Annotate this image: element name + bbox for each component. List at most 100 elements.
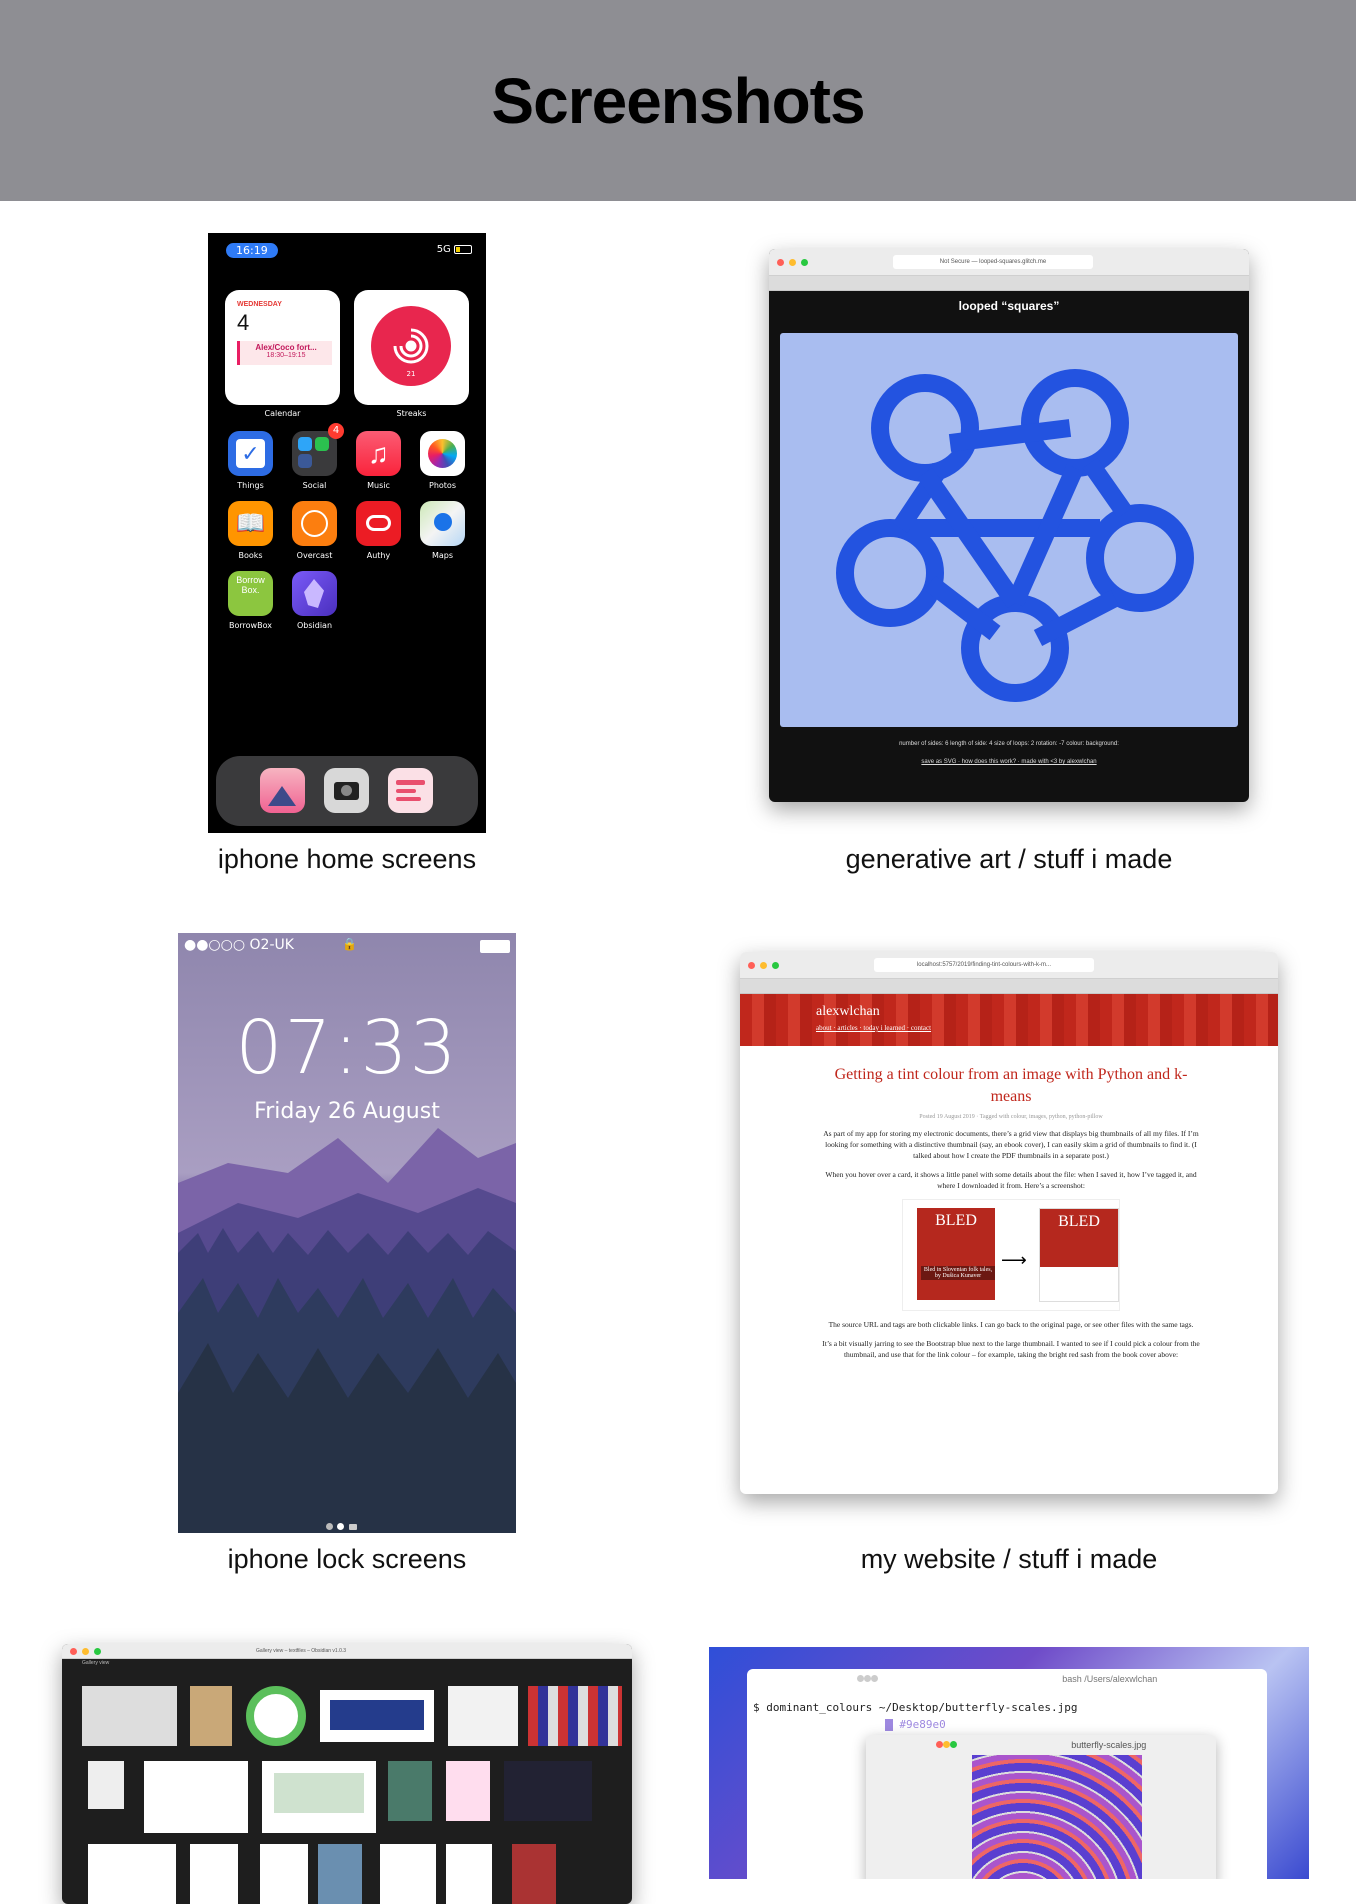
streaks-count: 21 (406, 370, 416, 378)
mountain-wallpaper (178, 1128, 516, 1533)
zoom-dot-icon (801, 258, 808, 266)
social-badge: 4 (328, 423, 344, 439)
close-dot-icon (935, 1741, 943, 1748)
calendar-widget: WEDNESDAY 4 Alex/Coco fort... 18:30–19:1… (225, 290, 340, 405)
page-title: Screenshots (491, 64, 865, 137)
zoom-dot-icon (94, 1647, 101, 1655)
minimize-dot-icon (789, 258, 796, 266)
app-label: Maps (431, 551, 454, 560)
card-obsidian-gallery[interactable]: Gallery view – textfiles – Obsidian v1.0… (0, 1601, 678, 1904)
dock-reminders-icon[interactable] (388, 768, 433, 813)
card-caption: my website / stuff i made (860, 1544, 1158, 1574)
app-label: Social (302, 481, 327, 490)
tab-bar (740, 979, 1278, 994)
card-iphone-home-screens[interactable]: 16:19 5G WEDNESDAY 4 Alex/Coco fort... 1… (0, 201, 678, 901)
app-obsidian[interactable] (292, 571, 337, 616)
preview-title: butterfly-scales.jpg (1071, 1740, 1147, 1750)
site-nav[interactable]: about · articles · today i learned · con… (816, 1024, 931, 1032)
window-titlebar: Gallery view – textfiles – Obsidian v1.0… (62, 1644, 632, 1659)
app-label: Authy (366, 551, 391, 560)
calendar-event: Alex/Coco fort... (255, 343, 317, 352)
article-paragraph: The source URL and tags are both clickab… (828, 1320, 1194, 1329)
looped-squares-art (836, 369, 1194, 702)
app-label: Books (238, 551, 263, 560)
page-header: Screenshots (0, 0, 1356, 201)
iphone-home-screenshot: 16:19 5G WEDNESDAY 4 Alex/Coco fort... 1… (208, 233, 486, 833)
article-paragraph: As part of my app for storing my electro… (823, 1129, 1199, 1160)
zoom-dot-icon (949, 1741, 957, 1748)
iphone-lock-screenshot: ●●○○○ O2-UK 🔒 07:33 Friday 26 August (178, 933, 516, 1533)
app-maps[interactable] (420, 501, 465, 546)
app-label: Obsidian (296, 621, 333, 630)
app-things[interactable]: ✓ (228, 431, 273, 476)
app-label: Music (367, 481, 390, 490)
card-caption: iphone lock screens (227, 1544, 467, 1574)
calendar-day: WEDNESDAY (237, 301, 282, 308)
site-name[interactable]: alexwlchan (816, 1004, 880, 1020)
dock (216, 756, 478, 826)
calendar-event-time: 18:30–19:15 (266, 352, 306, 359)
page-dots (326, 1517, 357, 1533)
checkbox-icon: ✓ (236, 439, 265, 468)
minimize-dot-icon (82, 1647, 89, 1655)
book-title: BLED (935, 1212, 977, 1229)
obsidian-tab[interactable]: Gallery view (82, 1660, 109, 1666)
address-bar[interactable]: Not Secure — looped-squares.glitch.me (893, 255, 1093, 269)
card-my-website[interactable]: localhost:5757/2019/finding-tint-colours… (678, 901, 1356, 1601)
art-heading: looped “squares” (958, 299, 1060, 313)
book-title: BLED (1040, 1209, 1118, 1267)
streaks-widget: 21 (354, 290, 469, 405)
address-bar[interactable]: localhost:5757/2019/finding-tint-colours… (874, 958, 1094, 972)
book-cover: BLED Bled in Slovenian folk tales, by Du… (917, 1208, 995, 1300)
obsidian-screenshot: Gallery view – textfiles – Obsidian v1.0… (62, 1644, 632, 1904)
card-dominant-colours[interactable]: bash /Users/alexwlchan $ dominant_colour… (678, 1601, 1356, 1879)
app-music[interactable]: ♫ (356, 431, 401, 476)
website-screenshot: localhost:5757/2019/finding-tint-colours… (740, 952, 1278, 1494)
camera-icon (348, 1524, 357, 1530)
arrow-right-icon: ⟶ (1001, 1250, 1027, 1270)
card-caption: generative art / stuff i made (845, 844, 1173, 874)
preview-window: butterfly-scales.jpg (866, 1735, 1216, 1879)
preview-titlebar: butterfly-scales.jpg (866, 1735, 1216, 1751)
butterfly-scales-image (972, 1755, 1142, 1879)
close-dot-icon (70, 1647, 77, 1655)
close-dot-icon (777, 258, 784, 266)
music-note-icon: ♫ (368, 438, 389, 469)
minimize-dot-icon (760, 961, 767, 969)
colour-line: #9e89e0 (753, 1716, 1078, 1733)
status-time-pill: 16:19 (226, 243, 278, 258)
dock-app-mountain-icon[interactable] (260, 768, 305, 813)
terminal-command: $ dominant_colours ~/Desktop/butterfly-s… (753, 1701, 1078, 1714)
browser-toolbar: Not Secure — looped-squares.glitch.me (769, 249, 1249, 276)
card-generative-art[interactable]: Not Secure — looped-squares.glitch.me lo… (678, 201, 1356, 901)
generative-art-screenshot: Not Secure — looped-squares.glitch.me lo… (769, 249, 1249, 802)
app-label: Things (237, 481, 264, 490)
card-iphone-lock-screens[interactable]: ●●○○○ O2-UK 🔒 07:33 Friday 26 August iph… (0, 901, 678, 1601)
app-overcast[interactable] (292, 501, 337, 546)
calendar-label: Calendar (264, 409, 301, 418)
card-caption: iphone home screens (217, 844, 477, 874)
dock-camera-icon[interactable] (324, 768, 369, 813)
terminal-title: bash /Users/alexwlchan (1062, 1674, 1158, 1684)
overcast-icon (301, 510, 328, 537)
app-authy[interactable] (356, 501, 401, 546)
app-social[interactable] (292, 431, 337, 476)
article-paragraph: When you hover over a card, it shows a l… (825, 1170, 1197, 1190)
article-paragraph: It’s a bit visually jarring to see the B… (822, 1339, 1200, 1359)
art-canvas (780, 333, 1238, 727)
book-subtitle: Bled in Slovenian folk tales, by Dušica … (921, 1266, 995, 1280)
authy-icon (366, 515, 391, 531)
window-title: Gallery view – textfiles – Obsidian v1.0… (256, 1648, 347, 1654)
calendar-date: 4 (237, 310, 250, 335)
art-footer[interactable]: save as SVG · how does this work? · made… (769, 759, 1249, 765)
app-photos[interactable] (420, 431, 465, 476)
app-books[interactable]: 📖 (228, 501, 273, 546)
app-borrowbox[interactable]: Borrow Box. (228, 571, 273, 616)
art-controls[interactable]: number of sides: 6 length of side: 4 siz… (769, 741, 1249, 747)
browser-toolbar: localhost:5757/2019/finding-tint-colours… (740, 952, 1278, 979)
terminal-titlebar: bash /Users/alexwlchan (747, 1669, 1267, 1687)
app-label: Overcast (296, 551, 333, 560)
photos-flower-icon (428, 439, 457, 468)
dominant-colours-screenshot: bash /Users/alexwlchan $ dominant_colour… (709, 1647, 1309, 1879)
streaks-ring: 21 (371, 306, 451, 386)
